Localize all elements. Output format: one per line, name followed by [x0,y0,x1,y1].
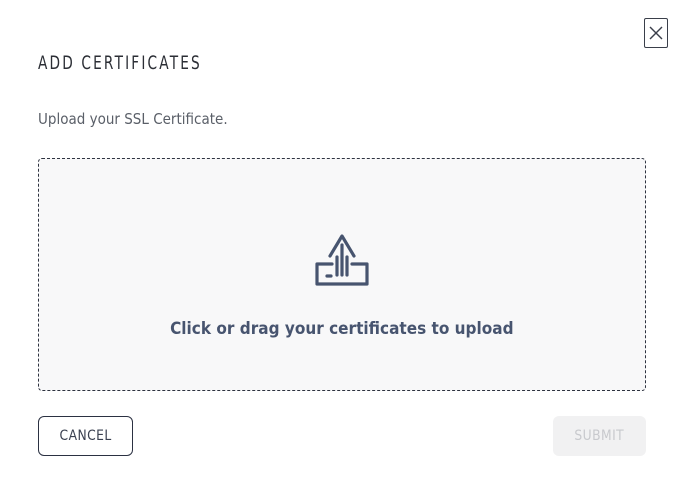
add-certificates-dialog: ADD CERTIFICATES Upload your SSL Certifi… [0,0,684,484]
dialog-subtitle: Upload your SSL Certificate. [38,110,228,128]
dialog-title: ADD CERTIFICATES [38,52,202,74]
cancel-button[interactable]: CANCEL [38,416,133,456]
submit-button[interactable]: SUBMIT [553,416,646,456]
certificate-dropzone[interactable]: Click or drag your certificates to uploa… [38,158,646,391]
upload-icon [315,234,369,286]
close-icon [649,26,663,40]
close-button[interactable] [644,18,668,48]
dropzone-instructions: Click or drag your certificates to uploa… [170,319,514,339]
